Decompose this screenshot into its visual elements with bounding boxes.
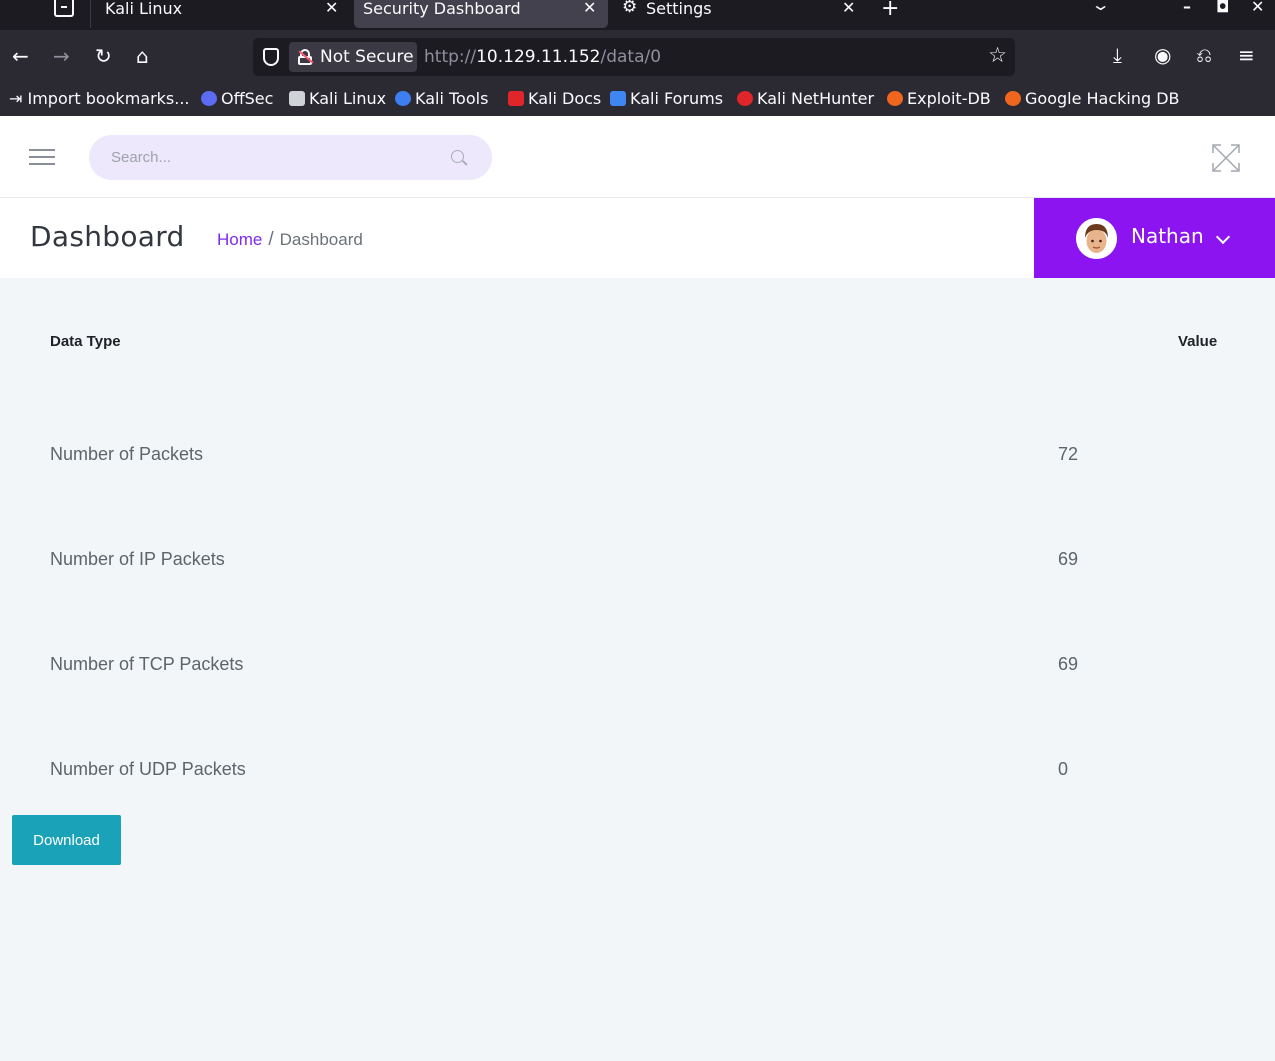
data-type-cell: Number of TCP Packets [50,654,244,674]
url-text[interactable]: http://10.129.11.152/data/0 [424,47,661,67]
kali-docs-icon [508,91,524,106]
list-all-tabs-button[interactable]: ⌄ [1091,0,1111,14]
menu-icon[interactable]: ≡ [1238,43,1255,67]
close-icon[interactable]: ✕ [325,0,338,17]
table-row: Number of IP Packets 69 [22,549,1253,653]
search-input[interactable] [111,144,441,170]
table-row: Number of Packets 72 [22,444,1253,548]
tab-overview-icon[interactable] [54,0,74,17]
kali-forums-icon [610,91,626,106]
fullscreen-icon[interactable] [1211,143,1241,173]
bookmark-kali-linux[interactable]: Kali Linux [289,88,386,112]
table-row: Number of TCP Packets 69 [22,654,1253,758]
avatar [1076,218,1117,259]
data-type-cell: Number of UDP Packets [50,759,246,779]
close-window-button[interactable]: ✕ [1251,0,1264,16]
bookmark-import[interactable]: ⇥ Import bookmarks... [9,88,190,112]
app-topbar [0,116,1275,198]
import-icon: ⇥ [9,89,28,108]
gear-icon: ⚙ [622,0,638,17]
data-type-cell: Number of IP Packets [50,549,225,569]
bookmark-google-hacking-db[interactable]: Google Hacking DB [1005,88,1180,112]
search-box [89,135,492,180]
new-tab-button[interactable]: + [881,0,899,21]
tab-settings[interactable]: ⚙ Settings ✕ [614,0,864,28]
bookmark-kali-nethunter[interactable]: Kali NetHunter [737,88,874,112]
offsec-icon [201,91,217,106]
value-cell: 69 [1058,654,1079,674]
maximize-button[interactable]: ◘ [1216,0,1229,16]
minimize-button[interactable]: – [1183,0,1191,16]
bookmark-offsec[interactable]: OffSec [201,88,273,112]
bookmark-star-icon[interactable]: ☆ [988,43,1007,67]
user-name: Nathan [1131,224,1204,248]
browser-nav-bar: ← → ↻ ⌂ Not Secure http://10.129.11.152/… [0,30,1275,85]
forward-arrow-icon[interactable]: → [53,44,70,68]
tab-security-dashboard[interactable]: Security Dashboard ✕ [354,0,608,28]
breadcrumb-separator: / [268,229,274,250]
browser-tab-bar: Kali Linux ✕ Security Dashboard ✕ ⚙ Sett… [0,0,1275,30]
breadcrumb-home-link[interactable]: Home [217,230,262,249]
shield-icon[interactable] [263,48,279,66]
bookmark-kali-forums[interactable]: Kali Forums [610,88,723,112]
tab-label: Settings [646,0,712,18]
page-title: Dashboard [30,220,185,253]
bookmarks-toolbar: ⇥ Import bookmarks... OffSec Kali Linux … [0,85,1275,116]
breadcrumb-current: Dashboard [279,230,363,249]
value-cell: 72 [1058,444,1079,464]
value-cell: 0 [1058,759,1069,779]
nethunter-icon [737,91,753,106]
table-row: Number of UDP Packets 0 [22,759,1253,863]
bookmark-exploit-db[interactable]: Exploit-DB [887,88,991,112]
url-bar[interactable]: Not Secure http://10.129.11.152/data/0 ☆ [253,38,1015,76]
extensions-icon[interactable]: ⎌ [1196,43,1212,67]
kali-tools-icon [395,91,411,106]
web-page: Dashboard Home / Dashboard Nathan Data Typ… [0,116,1275,1061]
tab-label: Security Dashboard [363,0,521,18]
connection-security-indicator[interactable]: Not Secure [289,42,417,72]
not-secure-label: Not Secure [320,47,414,67]
ghdb-icon [1005,91,1021,106]
table-header-value: Value [1178,333,1218,350]
account-icon[interactable]: ◉ [1154,43,1171,67]
table-header-data-type: Data Type [50,333,121,350]
reload-icon[interactable]: ↻ [95,44,112,68]
search-icon[interactable] [451,150,464,163]
close-icon[interactable]: ✕ [842,0,855,17]
download-button[interactable]: Download [12,815,121,865]
user-menu[interactable]: Nathan [1034,198,1275,278]
bookmark-kali-tools[interactable]: Kali Tools [395,88,488,112]
home-icon[interactable]: ⌂ [136,44,149,68]
data-table-section: Data Type Value Number of Packets 72 Num… [0,278,1275,1061]
back-arrow-icon[interactable]: ← [12,44,29,68]
kali-dragon-icon [289,91,305,106]
chevron-down-icon [1215,229,1231,245]
tab-label: Kali Linux [105,0,183,18]
exploit-db-icon [887,91,903,106]
hamburger-menu-icon[interactable] [29,149,55,165]
insecure-lock-icon [298,49,314,65]
value-cell: 69 [1058,549,1079,569]
bookmark-kali-docs[interactable]: Kali Docs [508,88,601,112]
downloads-icon[interactable]: ⤓ [1113,43,1122,67]
data-type-cell: Number of Packets [50,444,204,464]
close-icon[interactable]: ✕ [583,0,596,17]
tab-kali-linux[interactable]: Kali Linux ✕ [90,0,352,28]
breadcrumb: Home / Dashboard [217,229,363,251]
page-header: Dashboard Home / Dashboard Nathan [0,198,1275,278]
